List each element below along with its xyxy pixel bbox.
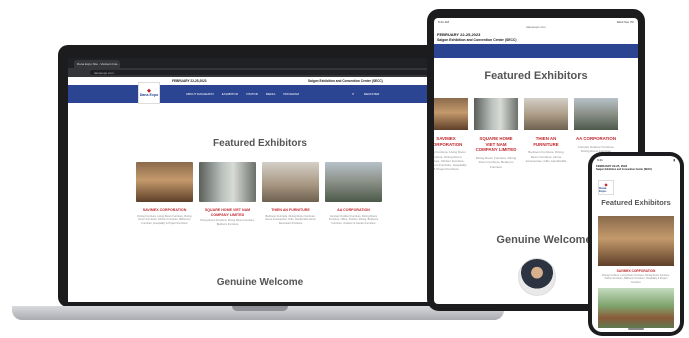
nav-item-exhibitor[interactable]: EXHIBITOR (222, 92, 238, 96)
exhibitor-description: Bedroom Furniture, Dining Room Furniture… (525, 150, 567, 163)
search-icon[interactable]: ⌕ (352, 91, 354, 96)
exhibitor-description: Bedroom Furniture, Dining Room Furniture… (265, 214, 316, 225)
nav-item-media[interactable]: MEDIA (266, 92, 276, 96)
featured-exhibitors-heading: Featured Exhibitors (213, 138, 307, 149)
exhibitor-card[interactable]: SQUARE HOME VIET NAM COMPANY LIMITED Din… (199, 162, 256, 226)
exhibitor-name[interactable]: THIEN AN FURNITURE (262, 208, 319, 213)
address-bar[interactable]: danaexpo.com (90, 70, 430, 75)
exhibitor-description: Dining Furniture, Living Room Furniture,… (602, 274, 670, 284)
main-navbar: ◆ Dana Expo ABOUT DANAEXPO EXHIBITOR VIS… (68, 82, 452, 104)
tablet-status-date: Wed Nov 7th (616, 20, 634, 24)
exhibitor-image[interactable] (325, 162, 382, 202)
browser-toolbar: danaexpo.com (68, 68, 452, 77)
exhibitor-card[interactable]: SQUARE HOME VIET NAM COMPANY LIMITED Din… (474, 98, 518, 171)
exhibitor-description: Dining Room Furniture, Dining Room Furni… (200, 219, 255, 226)
logo-wordmark: Dana Expo (599, 186, 607, 193)
welcome-heading: Genuine Welcome (216, 277, 304, 288)
tablet-status-bar: 9:41 AM Wed Nov 7th (434, 18, 638, 25)
phone-site-logo[interactable]: ◆ Dana Expo (598, 180, 614, 195)
register-link[interactable]: REGISTER (364, 92, 379, 96)
laptop-opening-notch (232, 306, 288, 311)
exhibitor-card[interactable]: SAVIMEX CORPORATION Dining Furniture, Li… (434, 98, 468, 171)
nav-item-program[interactable]: PROGRAM (283, 92, 299, 96)
exhibitor-name[interactable]: SQUARE HOME VIET NAM COMPANY LIMITED (474, 136, 518, 153)
nav-menu: ABOUT DANAEXPO EXHIBITOR VISITOR MEDIA P… (186, 92, 299, 96)
battery-icon: ▮ (673, 158, 675, 162)
event-date: FEBRUARY 22-25,2023 (172, 79, 207, 83)
exhibitor-name[interactable]: AA CORPORATION (574, 136, 618, 142)
site-logo[interactable]: ◆ Dana Expo (138, 82, 160, 104)
exhibitor-card[interactable]: AA CORPORATION Contract Outdoor Furnitur… (325, 162, 382, 226)
exhibitor-image[interactable] (598, 216, 674, 266)
exhibitor-description: Dining Furniture, Living Room Furniture,… (137, 214, 192, 225)
exhibitor-image[interactable] (136, 162, 193, 202)
phone-event-venue: Saigon Exhibition and Convention Center … (596, 168, 653, 171)
event-info-bar: FEBRUARY 22-25,2023 Saigon Exhibition an… (68, 77, 452, 85)
exhibitor-name[interactable]: AA CORPORATION (325, 208, 382, 213)
phone-screen: 9:41 ▮ FEBRUARY 22-25, 2023 Saigon Exhib… (592, 156, 680, 332)
device-mockup-stage: Dana Expo Site - Vietnam Inte... danaexp… (0, 0, 689, 338)
exhibitor-name[interactable]: SAVIMEX CORPORATION (434, 136, 468, 147)
nav-item-about[interactable]: ABOUT DANAEXPO (186, 92, 214, 96)
exhibitor-image[interactable] (199, 162, 256, 202)
exhibitor-grid: SAVIMEX CORPORATION Dining Furniture, Li… (136, 162, 384, 226)
exhibitor-description: Dining Furniture, Living Room Furniture,… (434, 150, 467, 172)
exhibitor-name[interactable]: SQUARE HOME VIET NAM COMPANY LIMITED (199, 208, 256, 217)
exhibitor-image[interactable] (262, 162, 319, 202)
exhibitor-card[interactable]: THIEN AN FURNITURE Bedroom Furniture, Di… (524, 98, 568, 171)
exhibitor-card[interactable]: SAVIMEX CORPORATION Dining Furniture, Li… (136, 162, 193, 226)
exhibitor-description: Dining Room Furniture, Dining Room Furni… (475, 156, 517, 169)
phone-status-time: 9:41 (597, 158, 603, 162)
phone-status-bar: 9:41 ▮ (592, 156, 680, 164)
exhibitor-image[interactable] (524, 98, 568, 130)
exhibitor-image[interactable] (474, 98, 518, 130)
logo-wordmark: Dana Expo (139, 93, 159, 98)
exhibitor-image[interactable] (434, 98, 468, 130)
phone-featured-heading: Featured Exhibitors (601, 198, 671, 207)
exhibitor-name[interactable]: SAVIMEX CORPORATION (592, 269, 680, 273)
exhibitor-image[interactable] (574, 98, 618, 130)
nav-item-visitor[interactable]: VISITOR (246, 92, 258, 96)
exhibitor-name[interactable]: SAVIMEX CORPORATION (136, 208, 193, 213)
laptop-screen: Dana Expo Site - Vietnam Inte... danaexp… (68, 58, 452, 302)
browser-tab[interactable]: Dana Expo Site - Vietnam Inte... (74, 60, 120, 68)
browser-tab-bar: Dana Expo Site - Vietnam Inte... (68, 58, 452, 68)
tablet-status-time: 9:41 AM (438, 20, 450, 24)
home-indicator (628, 328, 644, 330)
exhibitor-card[interactable]: THIEN AN FURNITURE Bedroom Furniture, Di… (262, 162, 319, 226)
exhibitor-name[interactable]: THIEN AN FURNITURE (524, 136, 568, 147)
speaker-avatar (518, 258, 556, 296)
tablet-navbar (434, 44, 638, 58)
tablet-featured-heading: Featured Exhibitors (484, 70, 588, 82)
exhibitor-description: Contract Outdoor Furniture, Dining Room … (328, 214, 379, 225)
event-venue: Saigon Exhibition and Convention Center … (308, 79, 383, 83)
tablet-event-venue: Saigon Exhibition and Convention Center … (437, 38, 517, 42)
exhibitor-image[interactable] (598, 288, 674, 328)
